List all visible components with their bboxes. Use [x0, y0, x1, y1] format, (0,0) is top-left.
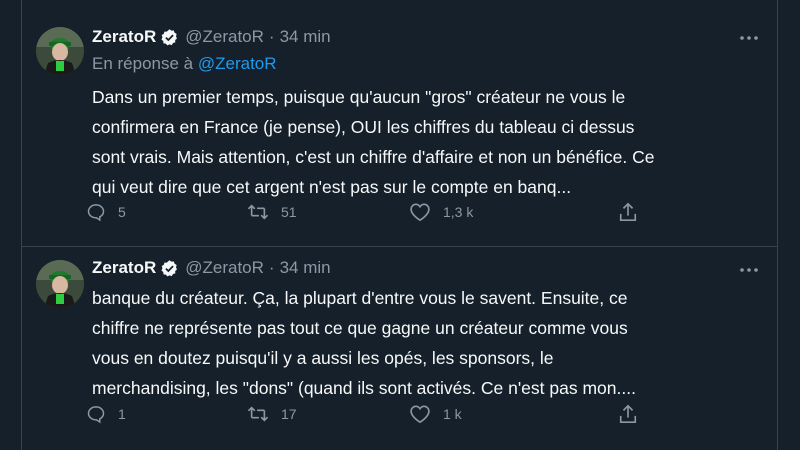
avatar[interactable] [36, 260, 84, 308]
share-icon [619, 404, 637, 423]
tweet-actions: 5 51 1,3 k [86, 200, 664, 224]
tweet-text: banque du créateur. Ça, la plupart d'ent… [92, 288, 636, 398]
share-button[interactable] [618, 201, 638, 223]
timeline: ZeratoR @ZeratoR · 34 min En réponse à @… [0, 0, 800, 450]
reply-count: 5 [118, 204, 126, 220]
reply-icon [87, 204, 105, 222]
reply-button[interactable]: 1 [86, 404, 126, 424]
retweet-icon [247, 406, 269, 422]
retweet-count: 17 [281, 406, 297, 422]
author-handle[interactable]: @ZeratoR [185, 258, 264, 278]
like-count: 1 k [443, 406, 462, 422]
reply-context: En réponse à @ZeratoR [92, 54, 277, 74]
like-button[interactable]: 1,3 k [409, 202, 473, 222]
verified-badge-icon [160, 259, 179, 278]
retweet-count: 51 [281, 204, 297, 220]
author-name[interactable]: ZeratoR [92, 27, 156, 47]
tweet-header: ZeratoR @ZeratoR · 34 min [92, 26, 331, 48]
reply-count: 1 [118, 406, 126, 422]
author-handle[interactable]: @ZeratoR [185, 27, 264, 47]
share-button[interactable] [618, 403, 638, 425]
reply-prefix: En réponse à [92, 54, 194, 73]
heart-icon [410, 203, 430, 222]
reply-mention-link[interactable]: @ZeratoR [198, 54, 277, 73]
left-column-edge [0, 0, 22, 450]
verified-badge-icon [160, 28, 179, 47]
right-column-edge [777, 0, 800, 450]
more-options-icon[interactable] [737, 260, 761, 280]
tweet-time[interactable]: 34 min [280, 27, 331, 47]
reply-button[interactable]: 5 [86, 202, 126, 222]
like-count: 1,3 k [443, 204, 474, 220]
author-name[interactable]: ZeratoR [92, 258, 156, 278]
tweet-actions: 1 17 1 k [86, 402, 664, 426]
like-button[interactable]: 1 k [409, 404, 462, 424]
separator-dot: · [268, 27, 275, 46]
avatar[interactable] [36, 27, 84, 75]
tweet-time[interactable]: 34 min [280, 258, 331, 278]
tweet-header: ZeratoR @ZeratoR · 34 min [92, 257, 331, 279]
retweet-button[interactable]: 51 [247, 202, 297, 222]
retweet-button[interactable]: 17 [247, 404, 297, 424]
separator-dot: · [268, 258, 275, 277]
reply-icon [87, 406, 105, 424]
retweet-icon [247, 204, 269, 220]
heart-icon [410, 405, 430, 424]
tweet-text: Dans un premier temps, puisque qu'aucun … [92, 87, 655, 197]
more-options-icon[interactable] [737, 28, 761, 48]
share-icon [619, 202, 637, 221]
